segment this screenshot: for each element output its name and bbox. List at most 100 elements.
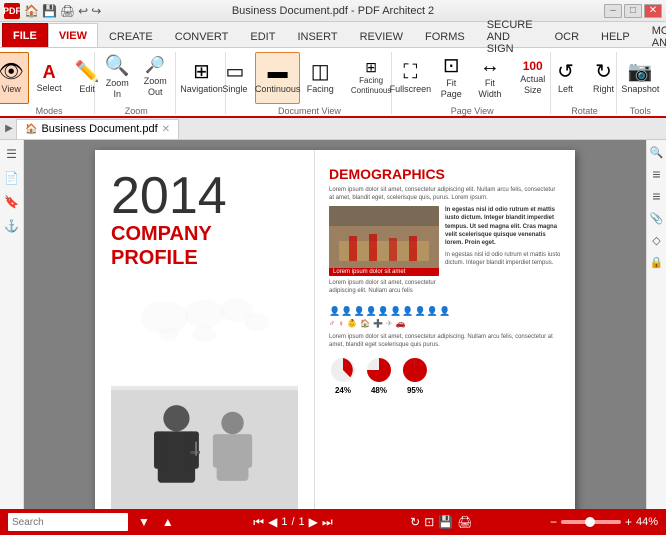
company-text: COMPANY PROFILE	[111, 222, 298, 270]
right-para1: Lorem ipsum dolor sit amet, consectetur …	[329, 186, 561, 203]
zoom-out-status-button[interactable]: −	[550, 515, 557, 529]
fit-status-icon[interactable]: ⊡	[424, 515, 434, 529]
zoom-thumb[interactable]	[585, 517, 595, 527]
ribbon-group-modes: 👁 View A Select ✏️ Edit Modes	[4, 52, 95, 114]
select-button[interactable]: A Select	[31, 52, 67, 104]
save-status-icon[interactable]: 💾	[438, 515, 453, 529]
page-separator: /	[291, 516, 294, 528]
page-number: 1	[281, 516, 287, 528]
person-icons-row: 👤 👤 👤 👤 👤 👤 👤 👤 👤 👤	[329, 306, 561, 317]
person-icon-3: 👤	[353, 306, 364, 317]
print-status-icon[interactable]: 🖨	[457, 515, 472, 529]
maximize-button[interactable]: □	[624, 4, 642, 18]
continuous-label: Continuous	[255, 84, 301, 95]
tab-forms[interactable]: FORMS	[414, 25, 476, 47]
edit-icon: ✏️	[75, 62, 100, 82]
zoom-in-button[interactable]: 🔍 Zoom In	[99, 52, 135, 104]
tab-create[interactable]: CREATE	[98, 25, 164, 47]
company-line1: COMPANY	[111, 222, 298, 246]
rotate-status-icon[interactable]: ↻	[410, 515, 420, 529]
car-icon: 🚗	[396, 319, 406, 328]
tab-secure-sign[interactable]: SECURE AND SIGN	[476, 25, 544, 47]
pdf-right-page: DEMOGRAPHICS Lorem ipsum dolor sit amet,…	[315, 150, 575, 509]
ribbon-content: 👁 View A Select ✏️ Edit Modes 🔍 Zoom In …	[0, 48, 666, 118]
save-icon[interactable]: 💾	[42, 4, 57, 18]
nav-first-button[interactable]: ⏮	[253, 515, 264, 530]
map-svg	[111, 282, 298, 362]
right-tool-lock[interactable]: 🔒	[649, 254, 665, 270]
col-left: Lorem ipsum dolor sit amet Lorem ipsum d…	[329, 206, 439, 299]
zoom-buttons: 🔍 Zoom In 🔎 Zoom Out	[99, 52, 173, 104]
continuous-button[interactable]: ▬ Continuous	[255, 52, 300, 104]
zoom-out-button[interactable]: 🔎 Zoom Out	[137, 52, 173, 104]
zoom-slider[interactable]	[561, 520, 621, 524]
doc-tab-close-button[interactable]: ✕	[162, 124, 170, 135]
tab-help[interactable]: HELP	[590, 25, 641, 47]
document-tab[interactable]: 🏠 Business Document.pdf ✕	[16, 119, 179, 139]
tab-modules[interactable]: MODULES AND P...	[641, 25, 666, 47]
pageview-group-label: Page View	[451, 106, 494, 116]
right-tool-search[interactable]: 🔍	[649, 144, 665, 160]
sidebar-tool-anchor[interactable]: ⚓	[2, 216, 22, 236]
fit-page-button[interactable]: ⊡ Fit Page	[433, 52, 469, 104]
zoom-in-icon: 🔍	[105, 56, 130, 76]
facing-continuous-icon: ⊞	[365, 60, 377, 74]
nav-prev-button[interactable]: ◀	[268, 515, 277, 529]
minimize-button[interactable]: –	[604, 4, 622, 18]
fit-width-button[interactable]: ↔ Fit Width	[471, 52, 508, 104]
home-icon[interactable]: 🏠	[24, 4, 39, 18]
single-button[interactable]: ▭ Single	[217, 52, 253, 104]
fullscreen-button[interactable]: ⛶ Fullscreen	[389, 52, 431, 104]
right-tool-menu2[interactable]: ≡	[649, 188, 665, 204]
zoom-out-icon: 🔎	[145, 58, 165, 74]
document-view[interactable]: 2014 COMPANY PROFILE	[24, 140, 646, 509]
search-down-button[interactable]: ▼	[136, 515, 152, 529]
zoom-level: 44%	[636, 516, 658, 528]
facing-button[interactable]: ◫ Facing	[302, 52, 338, 104]
close-button[interactable]: ✕	[644, 4, 662, 18]
snapshot-button[interactable]: 📷 Snapshot	[616, 52, 664, 104]
left-sidebar: ☰ 📄 🔖 ⚓	[0, 140, 24, 509]
right-two-col: Lorem ipsum dolor sit amet Lorem ipsum d…	[329, 206, 561, 299]
tab-review[interactable]: REVIEW	[349, 25, 414, 47]
zoom-in-status-button[interactable]: +	[625, 515, 632, 529]
sidebar-tool-pages[interactable]: 📄	[2, 168, 22, 188]
ribbon-group-pageview: ⛶ Fullscreen ⊡ Fit Page ↔ Fit Width 100 …	[394, 52, 551, 114]
stat-3-label: 95%	[401, 386, 429, 395]
tab-edit[interactable]: EDIT	[239, 25, 286, 47]
actual-size-icon: 100	[523, 60, 543, 72]
ribbon-group-zoom: 🔍 Zoom In 🔎 Zoom Out Zoom	[97, 52, 176, 114]
undo-icon[interactable]: ↩	[78, 4, 88, 18]
right-tool-clip[interactable]: 📎	[649, 210, 665, 226]
people-illustration	[111, 386, 298, 509]
right-para4: Lorem ipsum dolor sit amet, consectetur …	[329, 333, 561, 350]
view-button[interactable]: 👁 View	[0, 52, 29, 104]
sidebar-tool-bookmarks[interactable]: 🔖	[2, 192, 22, 212]
tab-file[interactable]: FILE	[2, 23, 48, 47]
search-input[interactable]	[8, 513, 128, 531]
print-icon[interactable]: 🖨	[60, 4, 75, 18]
tab-expand-button[interactable]: ▶	[2, 120, 16, 138]
right-tool-menu1[interactable]: ≡	[649, 166, 665, 182]
tab-view[interactable]: VIEW	[48, 23, 98, 47]
zoom-out-label: Zoom Out	[142, 76, 168, 98]
redo-icon[interactable]: ↪	[91, 4, 101, 18]
search-prev-button[interactable]: ▲	[160, 515, 176, 529]
right-tool-diamond[interactable]: ◇	[649, 232, 665, 248]
sidebar-tool-nav[interactable]: ☰	[2, 144, 22, 164]
window-controls: – □ ✕	[604, 4, 662, 18]
rotate-left-label: Left	[558, 84, 573, 95]
tab-convert[interactable]: CONVERT	[164, 25, 240, 47]
infographic-section: 👤 👤 👤 👤 👤 👤 👤 👤 👤 👤 ♂ ♀	[329, 306, 561, 330]
window-title: Business Document.pdf - PDF Architect 2	[232, 5, 434, 17]
nav-last-button[interactable]: ⏭	[322, 515, 333, 530]
fit-page-icon: ⊡	[443, 56, 460, 76]
doc-tab-label: Business Document.pdf	[41, 123, 157, 135]
zoom-controls-status: − + 44%	[550, 515, 658, 529]
tab-insert[interactable]: INSERT	[286, 25, 348, 47]
tab-ocr[interactable]: OCR	[544, 25, 590, 47]
tools-buttons: 📷 Snapshot	[616, 52, 664, 104]
rotate-left-button[interactable]: ↺ Left	[548, 52, 584, 104]
nav-next-button[interactable]: ▶	[309, 515, 318, 529]
select-label: Select	[37, 83, 62, 94]
